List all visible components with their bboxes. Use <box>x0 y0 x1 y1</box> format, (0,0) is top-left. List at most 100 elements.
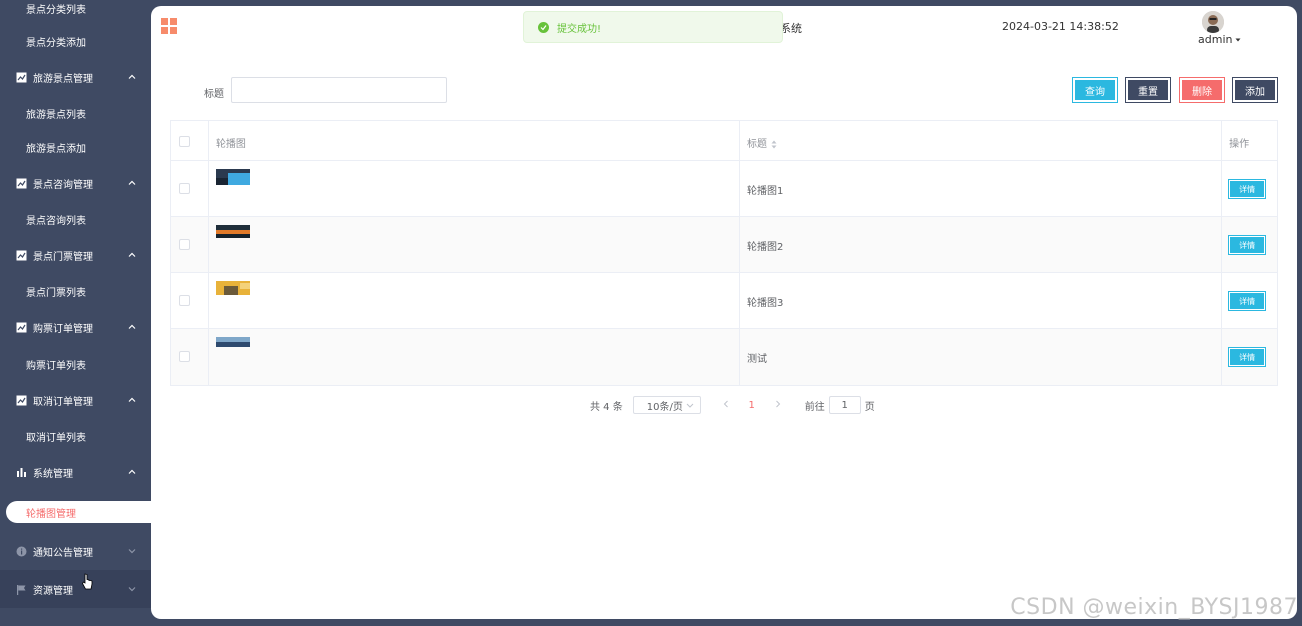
info-icon <box>16 546 27 557</box>
detail-button[interactable]: 详情 <box>1228 179 1267 199</box>
table-header-row: 轮播图 标题 操作 <box>171 121 1277 161</box>
check-circle-icon <box>538 21 549 33</box>
user-menu[interactable]: admin <box>1198 33 1242 46</box>
row-checkbox[interactable] <box>179 239 190 250</box>
sidebar-item-spot-consult-list[interactable]: 景点咨询列表 <box>0 203 151 235</box>
table-row: 轮播图1 详情 <box>171 161 1277 217</box>
table-row: 测试 详情 <box>171 329 1277 385</box>
select-all-checkbox[interactable] <box>179 136 190 147</box>
goto-suffix: 页 <box>864 401 875 413</box>
sidebar-item-cancel-order-list[interactable]: 取消订单列表 <box>0 420 151 452</box>
sidebar-group-spot-tickets[interactable]: 景点门票管理 <box>0 239 151 271</box>
sidebar-group-label: 系统管理 <box>33 468 73 480</box>
chevron-down-icon <box>128 587 136 592</box>
menu-toggle-icon[interactable] <box>161 18 177 37</box>
column-header-actions: 操作 <box>1229 139 1250 150</box>
next-page-button[interactable] <box>765 400 791 411</box>
chevron-down-icon <box>128 549 136 554</box>
sidebar-item-spot-ticket-list[interactable]: 景点门票列表 <box>0 275 151 307</box>
chart-icon <box>16 178 27 189</box>
column-header-title: 标题 <box>746 139 767 150</box>
row-checkbox[interactable] <box>179 295 190 306</box>
chart-icon <box>16 72 27 83</box>
sidebar-group-cancel-orders[interactable]: 取消订单管理 <box>0 384 151 416</box>
table-row: 轮播图2 详情 <box>171 217 1277 273</box>
carousel-table: 轮播图 标题 操作 轮播图1 详情 轮播图2 详情 轮播图3 详情 测试 详情 <box>170 120 1278 386</box>
row-title: 轮播图1 <box>746 186 784 197</box>
system-title: 系统 <box>780 22 802 35</box>
sidebar-group-system[interactable]: 系统管理 <box>0 456 151 488</box>
delete-button[interactable]: 删除 <box>1179 77 1225 103</box>
watermark: CSDN @weixin_BYSJ1987 <box>1010 595 1298 620</box>
row-checkbox[interactable] <box>179 351 190 362</box>
sidebar-item-label: 景点咨询列表 <box>26 215 86 227</box>
query-button[interactable]: 查询 <box>1072 77 1118 103</box>
prev-page-button[interactable] <box>713 400 739 411</box>
carousel-thumbnail[interactable] <box>215 169 250 185</box>
table-row: 轮播图3 详情 <box>171 273 1277 329</box>
caret-down-icon <box>1235 38 1241 41</box>
sidebar-item-label: 旅游景点添加 <box>26 143 86 155</box>
sidebar-group-label: 景点门票管理 <box>33 251 93 263</box>
add-button[interactable]: 添加 <box>1232 77 1278 103</box>
sidebar: 景点分类列表 景点分类添加 旅游景点管理 旅游景点列表 旅游景点添加 景点咨询管… <box>0 0 151 626</box>
current-datetime: 2024-03-21 14:38:52 <box>1002 20 1119 33</box>
username: admin <box>1198 33 1233 46</box>
sidebar-item-label: 景点分类添加 <box>26 37 86 49</box>
sidebar-group-label: 资源管理 <box>33 585 73 597</box>
chart-icon <box>16 250 27 261</box>
flag-icon <box>16 584 27 595</box>
sidebar-group-resources[interactable]: 资源管理 <box>0 570 151 608</box>
sidebar-group-ticket-orders[interactable]: 购票订单管理 <box>0 311 151 343</box>
chevron-up-icon <box>128 180 136 185</box>
sidebar-item-scenic-category-add[interactable]: 景点分类添加 <box>0 25 151 57</box>
avatar[interactable] <box>1202 11 1224 33</box>
goto-page-input[interactable]: 1 <box>828 396 861 414</box>
sidebar-item-scenic-category-list[interactable]: 景点分类列表 <box>0 0 151 24</box>
sidebar-item-ticket-order-list[interactable]: 购票订单列表 <box>0 348 151 380</box>
sidebar-item-label: 取消订单列表 <box>26 432 86 444</box>
row-title: 测试 <box>746 354 767 365</box>
sidebar-item-label: 景点分类列表 <box>26 4 86 16</box>
carousel-thumbnail[interactable] <box>215 225 250 238</box>
chevron-up-icon <box>128 397 136 402</box>
sidebar-group-label: 购票订单管理 <box>33 323 93 335</box>
sidebar-item-carousel[interactable]: 轮播图管理 <box>6 501 151 523</box>
sort-icon <box>771 140 777 148</box>
sidebar-group-tourist-spots[interactable]: 旅游景点管理 <box>0 61 151 93</box>
carousel-thumbnail[interactable] <box>215 337 250 347</box>
detail-button[interactable]: 详情 <box>1228 291 1267 311</box>
pagination-total: 共 4 条 <box>590 401 623 413</box>
main-panel: 系统 2024-03-21 14:38:52 admin 标题 查询 重置 删除… <box>151 6 1297 619</box>
row-checkbox[interactable] <box>179 183 190 194</box>
chevron-left-icon <box>723 400 728 407</box>
sidebar-item-tourist-spot-add[interactable]: 旅游景点添加 <box>0 131 151 163</box>
toast-message: 提交成功! <box>557 23 602 35</box>
column-header-title-sortable[interactable]: 标题 <box>740 121 1223 160</box>
column-header-image: 轮播图 <box>215 139 246 150</box>
sidebar-item-label: 旅游景点列表 <box>26 109 86 121</box>
pagination: 共 4 条 10条/页 1 前往 1 页 <box>590 396 875 414</box>
carousel-thumbnail[interactable] <box>215 281 250 295</box>
chart-icon <box>16 395 27 406</box>
sidebar-item-label: 购票订单列表 <box>26 360 86 372</box>
sidebar-group-spot-consult[interactable]: 景点咨询管理 <box>0 167 151 199</box>
search-title-input[interactable] <box>231 77 447 103</box>
detail-button[interactable]: 详情 <box>1228 235 1267 255</box>
chart-icon <box>16 322 27 333</box>
chevron-up-icon <box>128 252 136 257</box>
reset-button[interactable]: 重置 <box>1125 77 1171 103</box>
sidebar-group-notices[interactable]: 通知公告管理 <box>0 535 151 567</box>
sidebar-item-label: 景点门票列表 <box>26 287 86 299</box>
page-size-select[interactable]: 10条/页 <box>632 396 701 414</box>
chevron-right-icon <box>775 400 780 407</box>
detail-button[interactable]: 详情 <box>1228 347 1267 367</box>
sidebar-item-label: 轮播图管理 <box>26 508 76 520</box>
page-number-current[interactable]: 1 <box>739 400 765 411</box>
row-title: 轮播图2 <box>746 242 784 253</box>
sidebar-item-tourist-spot-list[interactable]: 旅游景点列表 <box>0 97 151 129</box>
page-size-value: 10条/页 <box>646 401 683 413</box>
bar-chart-icon <box>16 467 27 478</box>
row-title: 轮播图3 <box>746 298 784 309</box>
chevron-up-icon <box>128 324 136 329</box>
